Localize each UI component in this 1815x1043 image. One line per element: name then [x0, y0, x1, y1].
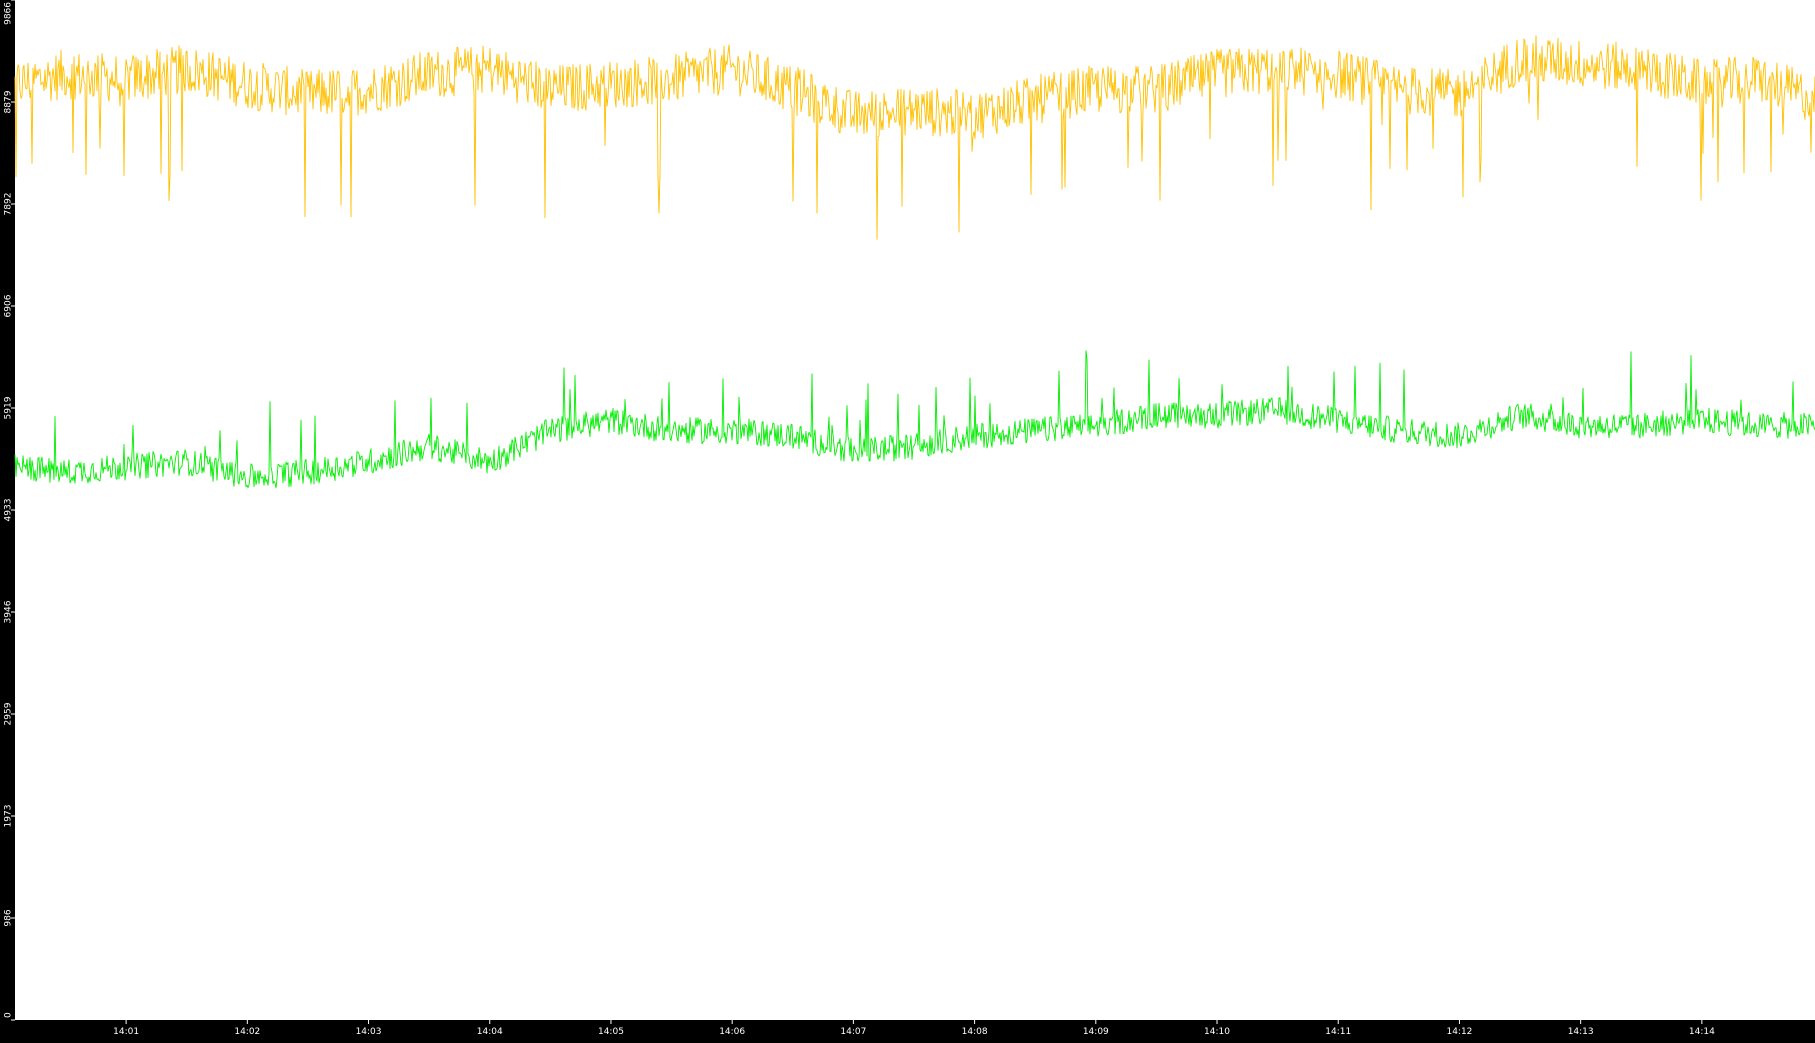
x-tick-label: 14:04: [477, 1027, 503, 1037]
x-axis-band: [0, 1020, 1815, 1039]
x-tick-label: 14:01: [113, 1027, 139, 1037]
chart-container: 0 986 1973 2959 3946 4933 5919 6906 7892 8879 9866…: [0, 0, 1815, 1039]
y-tick-label: 2959: [4, 702, 14, 725]
x-tick-label: 14:02: [234, 1027, 260, 1037]
x-tick-label: 14:07: [840, 1027, 866, 1037]
y-tick-label: 8879: [4, 90, 14, 113]
x-tick-label: 14:09: [1083, 1027, 1109, 1037]
x-tick-label: 14:11: [1325, 1027, 1351, 1037]
y-tick-label: 3946: [4, 600, 14, 623]
y-tick-label: 9866: [4, 2, 14, 25]
x-tick-label: 14:12: [1446, 1027, 1472, 1037]
y-tick-label: 986: [4, 909, 14, 926]
y-tick-label: 5919: [4, 396, 14, 419]
plot-area: [15, 0, 1815, 1020]
line-chart: 0 986 1973 2959 3946 4933 5919 6906 7892 8879 9866…: [0, 0, 1815, 1039]
y-tick-label: 0: [4, 1012, 14, 1018]
y-tick-label: 6906: [4, 294, 14, 317]
x-tick-label: 14:08: [962, 1027, 988, 1037]
x-tick-label: 14:10: [1204, 1027, 1230, 1037]
x-tick-label: 14:03: [356, 1027, 382, 1037]
x-tick-label: 14:14: [1689, 1027, 1715, 1037]
y-tick-label: 7892: [4, 193, 14, 216]
x-tick-label: 14:13: [1568, 1027, 1594, 1037]
x-tick-label: 14:06: [719, 1027, 745, 1037]
y-tick-label: 4933: [4, 499, 14, 522]
y-tick-label: 1973: [4, 805, 14, 828]
x-tick-label: 14:05: [598, 1027, 624, 1037]
